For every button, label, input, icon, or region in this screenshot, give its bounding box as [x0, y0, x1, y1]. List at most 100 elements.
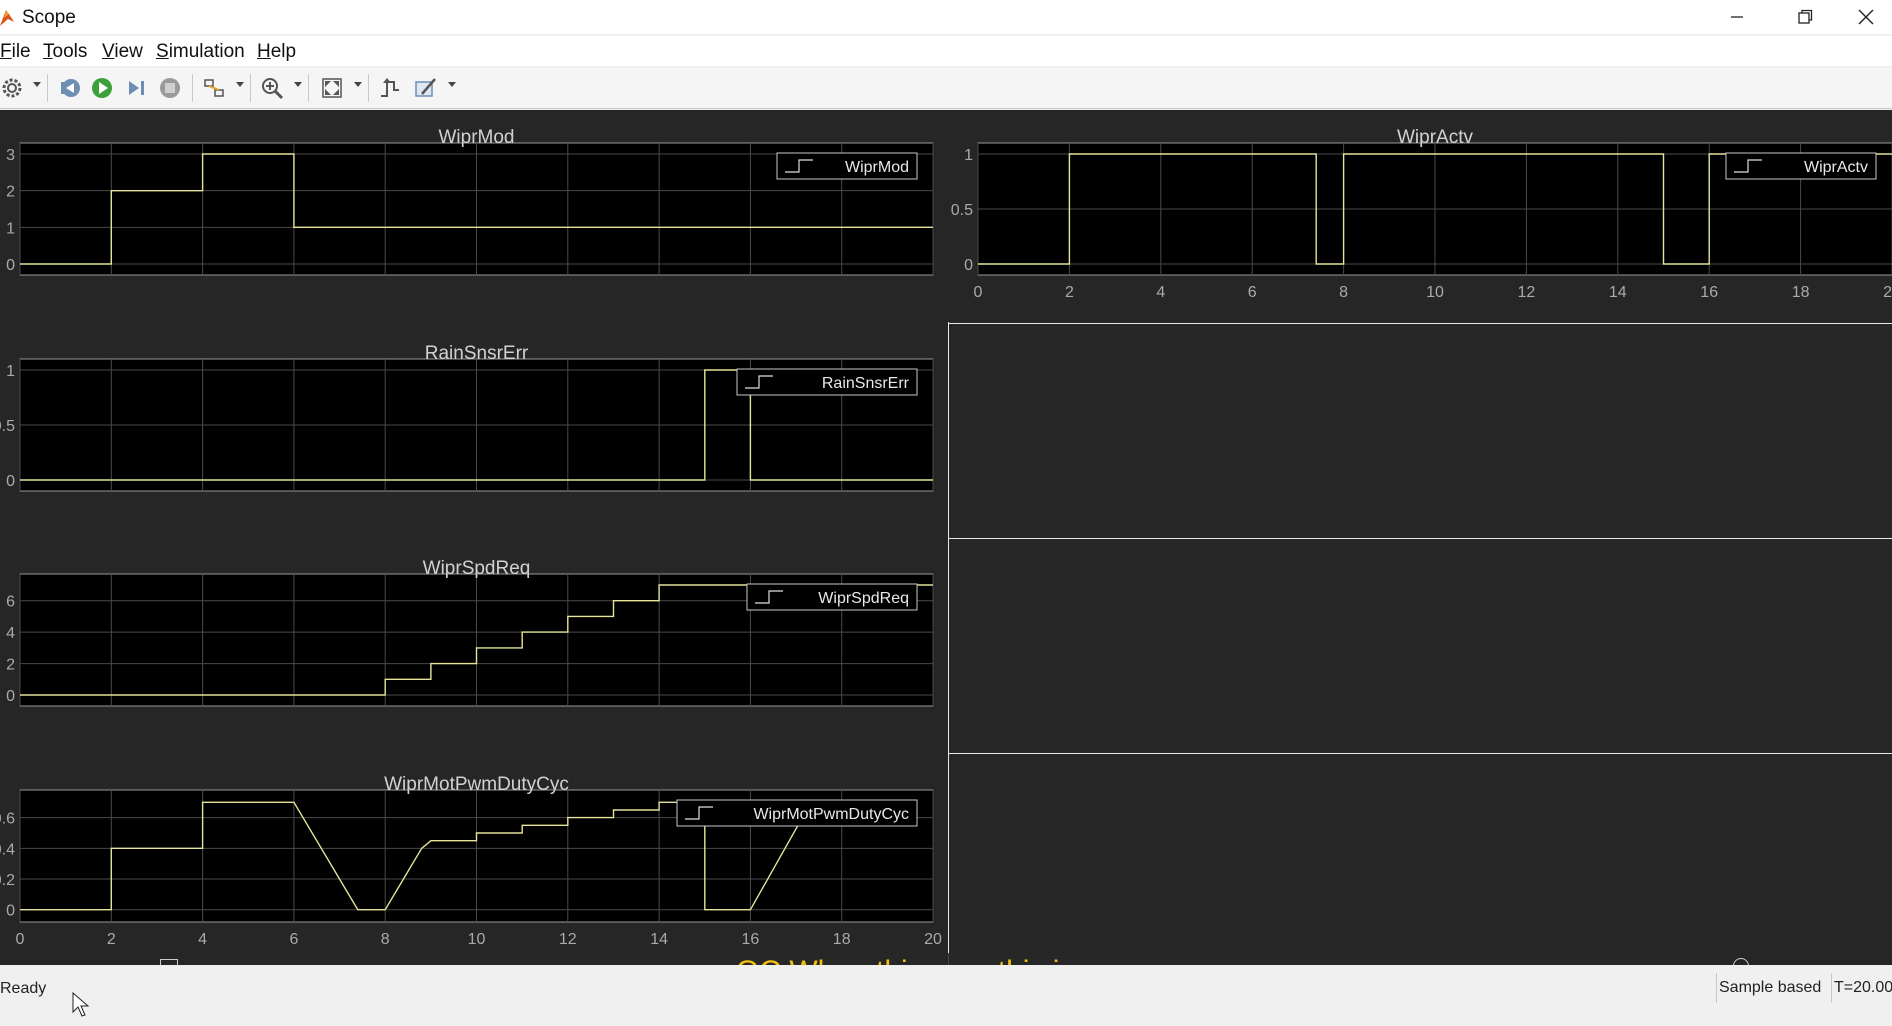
- scope-figure: WiprMod 0 1 2 3 WiprMod WiprActv 0 0.5 1 0 2 4 6 8 10 12…: [0, 110, 1892, 977]
- axes-title: WiprSpdReq: [423, 558, 531, 579]
- step-forward-button[interactable]: [124, 76, 148, 100]
- stop-button[interactable]: [158, 76, 182, 100]
- toolbar-separator: [47, 74, 48, 102]
- x-tick-label: 4: [1156, 284, 1165, 301]
- y-tick-label: 6: [6, 594, 15, 611]
- highlight-icon: [204, 79, 224, 97]
- y-tick-label: 1: [6, 363, 15, 380]
- menu-bar: File Tools View Simulation Help: [0, 36, 1892, 66]
- step-back-icon: [61, 79, 80, 97]
- y-tick-label: 0.5: [0, 418, 15, 435]
- x-tick-label: 0: [974, 284, 983, 301]
- zoom-in-button[interactable]: [260, 76, 284, 100]
- x-tick-label: 18: [1792, 284, 1810, 301]
- empty-axes-divider: [948, 538, 1892, 539]
- empty-axes-border: [948, 322, 949, 965]
- x-tick-label: 6: [1248, 284, 1257, 301]
- stop-icon: [160, 78, 180, 98]
- minimize-icon: [1731, 16, 1743, 18]
- empty-axes-divider: [948, 753, 1892, 754]
- x-tick-label: 2: [107, 931, 116, 948]
- y-tick-label: 1: [6, 220, 15, 237]
- toolbar-separator: [192, 74, 193, 102]
- settings-dropdown-icon[interactable]: [33, 82, 41, 87]
- y-tick-label: 3: [6, 147, 15, 164]
- empty-axes-divider: [948, 323, 1892, 324]
- x-tick-label: 0: [16, 931, 25, 948]
- zoom-dropdown-icon[interactable]: [294, 82, 302, 87]
- x-tick-label: 4: [198, 931, 207, 948]
- highlight-dropdown-icon[interactable]: [236, 82, 244, 87]
- y-tick-label: 0.5: [951, 202, 973, 219]
- toolbar-separator: [368, 74, 369, 102]
- status-ready: Ready: [0, 980, 47, 997]
- settings-icon: [2, 78, 22, 98]
- y-tick-label: 0: [6, 473, 15, 490]
- zoom-in-icon: [262, 78, 284, 100]
- axes-title: WiprMotPwmDutyCyc: [384, 774, 569, 795]
- triggers-icon: [381, 78, 399, 97]
- status-mode: Sample based: [1716, 973, 1829, 1003]
- restore-button[interactable]: [1770, 0, 1840, 34]
- y-tick-label: 0: [6, 257, 15, 274]
- menu-tools[interactable]: Tools: [43, 41, 87, 63]
- close-button[interactable]: [1840, 0, 1892, 34]
- toolbar: [0, 68, 1892, 109]
- step-back-button[interactable]: [58, 76, 82, 100]
- menu-help[interactable]: Help: [257, 41, 296, 63]
- style-button[interactable]: [414, 76, 438, 100]
- x-tick-label: 10: [1426, 284, 1444, 301]
- settings-button[interactable]: [0, 76, 24, 100]
- run-button[interactable]: [90, 76, 114, 100]
- fit-to-view-button[interactable]: [320, 76, 344, 100]
- style-icon: [415, 78, 436, 97]
- fit-dropdown-icon[interactable]: [354, 82, 362, 87]
- y-tick-label: 1: [964, 147, 973, 164]
- triggers-button[interactable]: [378, 76, 402, 100]
- minimize-button[interactable]: [1702, 0, 1772, 34]
- matlab-logo-icon: [0, 10, 14, 26]
- x-tick-label: 14: [1609, 284, 1627, 301]
- y-tick-label: 2: [6, 657, 15, 674]
- x-tick-label: 2: [1065, 284, 1074, 301]
- y-tick-label: 4: [6, 625, 15, 642]
- toolbar-separator: [308, 74, 309, 102]
- y-tick-label: 0: [964, 257, 973, 274]
- legend-label: WiprMotPwmDutyCyc: [753, 806, 909, 823]
- y-tick-label: 0: [6, 903, 15, 920]
- axes-title: WiprMod: [438, 127, 514, 148]
- x-tick-label: 8: [381, 931, 390, 948]
- menu-view[interactable]: View: [102, 41, 143, 63]
- y-tick-label: 0.4: [0, 841, 15, 858]
- highlight-button[interactable]: [202, 76, 226, 100]
- x-tick-label: 20: [1883, 284, 1892, 301]
- status-bar: Ready Sample based T=20.00: [0, 965, 1892, 1026]
- x-tick-label: 6: [289, 931, 298, 948]
- close-icon: [1858, 9, 1874, 25]
- x-tick-label: 12: [559, 931, 577, 948]
- y-tick-label: 0.2: [0, 872, 15, 889]
- x-tick-label: 12: [1518, 284, 1536, 301]
- style-dropdown-icon[interactable]: [448, 82, 456, 87]
- menu-simulation[interactable]: Simulation: [156, 41, 245, 63]
- step-forward-icon: [129, 81, 144, 95]
- x-tick-label: 16: [1700, 284, 1718, 301]
- x-tick-label: 14: [650, 931, 668, 948]
- mouse-cursor-icon: [72, 992, 90, 1017]
- y-tick-label: 2: [6, 184, 15, 201]
- toolbar-separator: [250, 74, 251, 102]
- x-tick-label: 18: [833, 931, 851, 948]
- legend-label: RainSnsrErr: [822, 375, 910, 392]
- window-title: Scope: [22, 7, 76, 28]
- axes-title: WiprActv: [1397, 127, 1474, 148]
- legend-label: WiprSpdReq: [818, 590, 909, 607]
- title-bar: Scope: [0, 0, 1892, 34]
- legend-label: WiprMod: [845, 159, 909, 176]
- y-tick-label: 0: [6, 688, 15, 705]
- axes-title: RainSnsrErr: [425, 343, 529, 364]
- run-icon: [92, 78, 112, 98]
- status-time: T=20.00: [1831, 973, 1892, 1003]
- x-tick-label: 20: [924, 931, 942, 948]
- menu-file[interactable]: File: [0, 41, 31, 63]
- x-tick-label: 10: [468, 931, 486, 948]
